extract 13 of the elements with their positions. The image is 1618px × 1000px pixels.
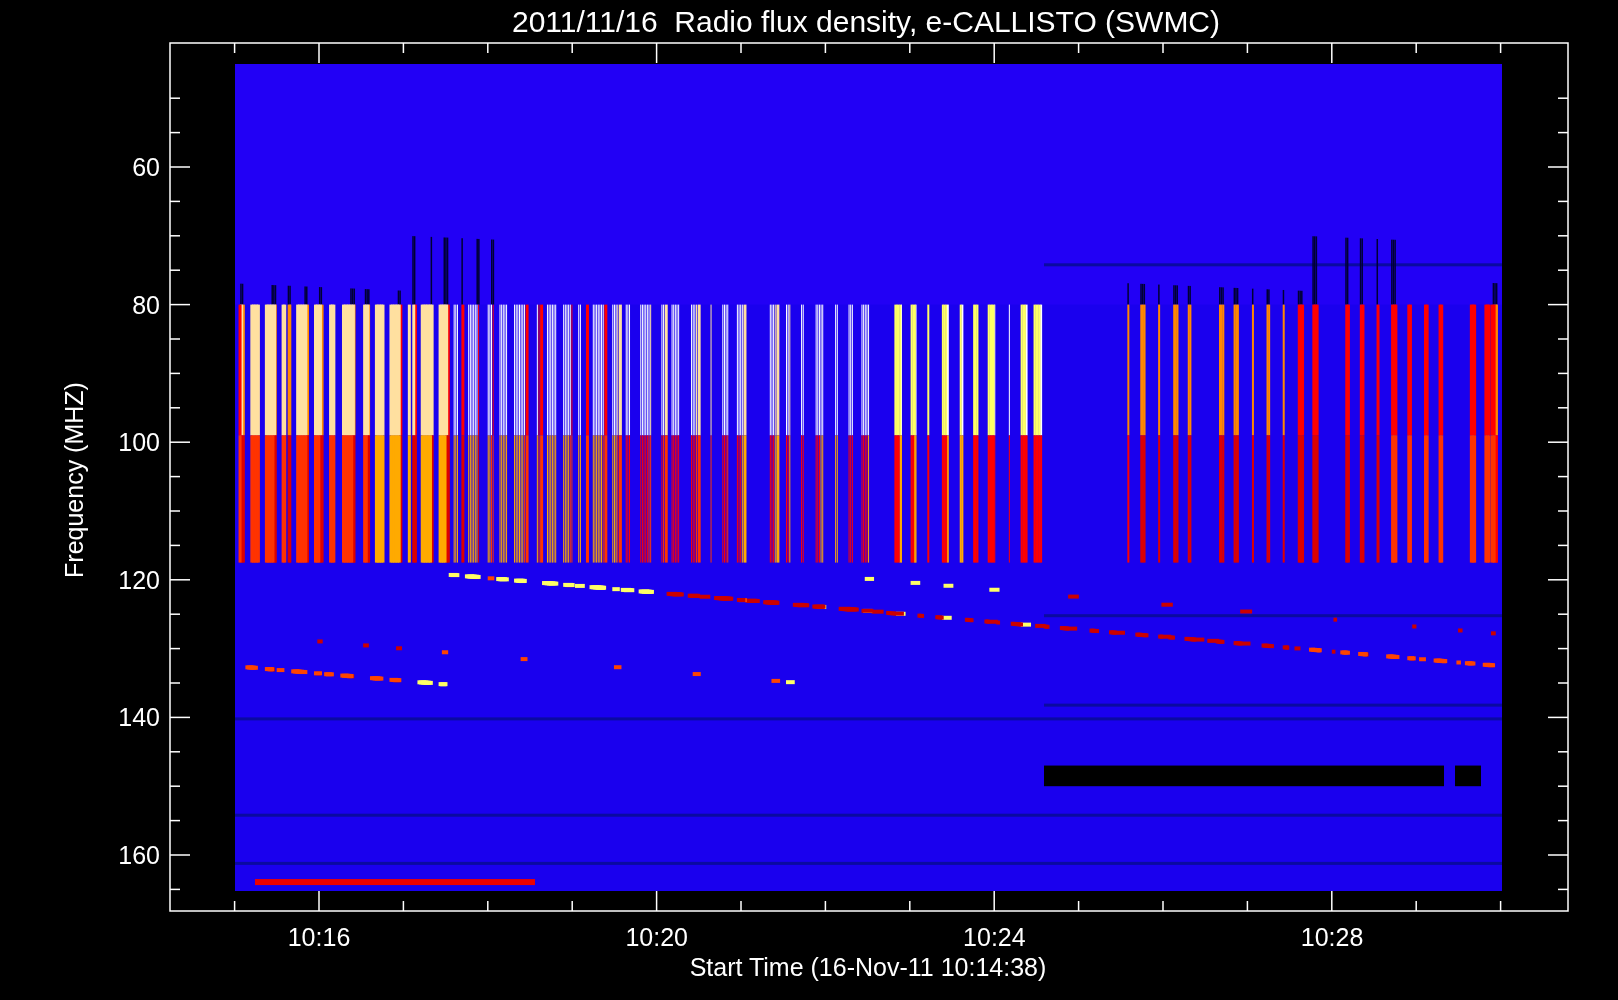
x-tick-label: 10:28: [1300, 923, 1364, 951]
y-tick-label: 140: [118, 703, 160, 732]
y-tick-label: 100: [118, 428, 160, 457]
x-tick-label: 10:16: [287, 923, 351, 951]
y-tick-label: 60: [132, 153, 160, 181]
y-tick-label: 160: [118, 841, 160, 869]
y-tick-label: 80: [132, 290, 160, 319]
x-tick-label: 10:20: [625, 923, 688, 951]
y-tick-label: 120: [118, 565, 160, 594]
y-axis-label: Frequency (MHZ): [60, 382, 88, 578]
x-axis-label: Start Time (16-Nov-11 10:14:38): [689, 953, 1047, 981]
x-tick-label: 10:24: [963, 923, 1026, 951]
chart-title: 2011/11/16 Radio flux density, e-CALLISTO (SWMC): [511, 5, 1221, 38]
